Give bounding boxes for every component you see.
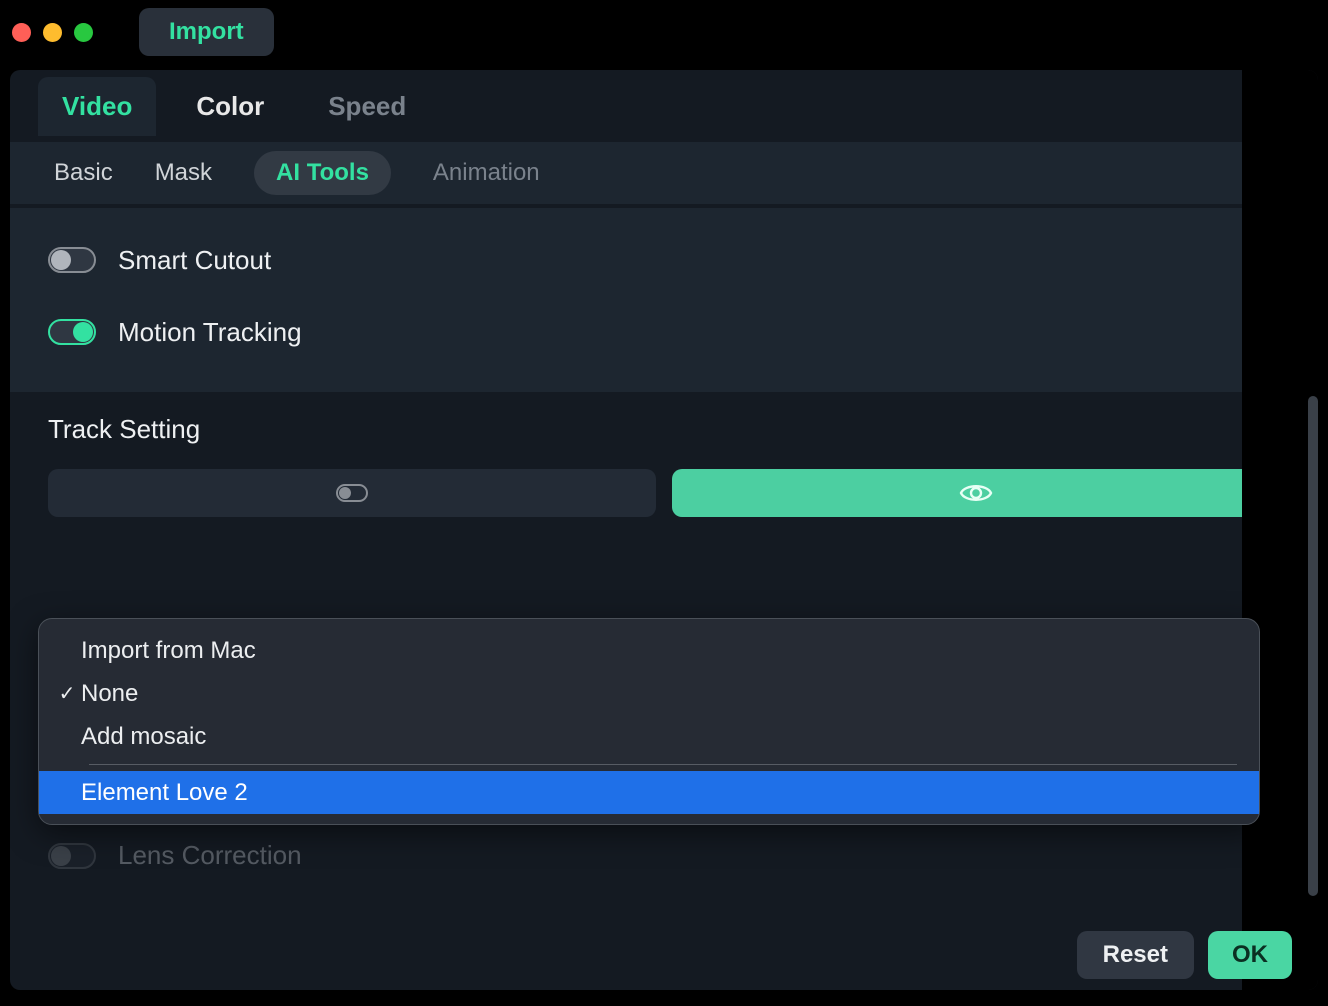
track-setting-option-preview[interactable] — [672, 469, 1280, 517]
dropdown-item-label: None — [81, 680, 138, 708]
track-setting-option-off[interactable] — [48, 469, 656, 517]
lens-correction-toggle[interactable] — [48, 843, 96, 869]
link-element-dropdown: Import from Mac ✓ None Add mosaic Elemen… — [38, 618, 1260, 825]
smart-cutout-label: Smart Cutout — [118, 245, 271, 276]
dropdown-item-import-from-mac[interactable]: Import from Mac — [39, 629, 1259, 672]
dropdown-item-label: Add mosaic — [81, 723, 206, 751]
primary-tabs: Video Color Speed — [10, 70, 1318, 142]
reset-button[interactable]: Reset — [1077, 931, 1194, 979]
tab-video[interactable]: Video — [38, 77, 156, 136]
dropdown-item-label: Element Love 2 — [81, 779, 248, 807]
dropdown-item-element-love-2[interactable]: Element Love 2 — [39, 771, 1259, 814]
bottom-action-bar: Reset OK — [10, 920, 1318, 990]
subtab-animation[interactable]: Animation — [433, 159, 540, 187]
smart-cutout-row: Smart Cutout — [48, 224, 1280, 296]
check-icon: ✓ — [53, 681, 81, 706]
subtab-basic[interactable]: Basic — [54, 159, 113, 187]
import-button[interactable]: Import — [139, 8, 274, 56]
mini-toggle-icon — [336, 484, 368, 502]
tab-color[interactable]: Color — [172, 77, 288, 136]
subtab-mask[interactable]: Mask — [155, 159, 212, 187]
window-titlebar: Import — [0, 0, 1328, 64]
lens-correction-label: Lens Correction — [118, 840, 302, 871]
dropdown-item-add-mosaic[interactable]: Add mosaic — [39, 715, 1259, 758]
minimize-window-icon[interactable] — [43, 23, 62, 42]
panel-scrollbar[interactable] — [1308, 396, 1318, 896]
inspector-panel: Video Color Speed Basic Mask AI Tools An… — [10, 70, 1318, 990]
eye-icon — [959, 481, 993, 505]
motion-tracking-label: Motion Tracking — [118, 317, 302, 348]
window-traffic-lights — [8, 23, 93, 42]
ok-button[interactable]: OK — [1208, 931, 1292, 979]
subtab-ai-tools[interactable]: AI Tools — [254, 151, 391, 195]
ai-tools-section: Smart Cutout Motion Tracking — [10, 208, 1318, 392]
secondary-tabs: Basic Mask AI Tools Animation — [10, 142, 1318, 204]
dropdown-item-none[interactable]: ✓ None — [39, 672, 1259, 715]
right-gutter — [1242, 70, 1318, 990]
close-window-icon[interactable] — [12, 23, 31, 42]
track-setting-segmented — [48, 469, 1280, 517]
tab-speed[interactable]: Speed — [304, 77, 430, 136]
motion-tracking-row: Motion Tracking — [48, 296, 1280, 368]
motion-tracking-toggle[interactable] — [48, 319, 96, 345]
dropdown-item-label: Import from Mac — [81, 637, 256, 665]
fullscreen-window-icon[interactable] — [74, 23, 93, 42]
lens-correction-row: Lens Correction — [48, 840, 302, 871]
track-setting-title: Track Setting — [48, 414, 1280, 445]
smart-cutout-toggle[interactable] — [48, 247, 96, 273]
dropdown-separator — [89, 764, 1237, 765]
track-setting-block: Track Setting — [10, 392, 1318, 527]
